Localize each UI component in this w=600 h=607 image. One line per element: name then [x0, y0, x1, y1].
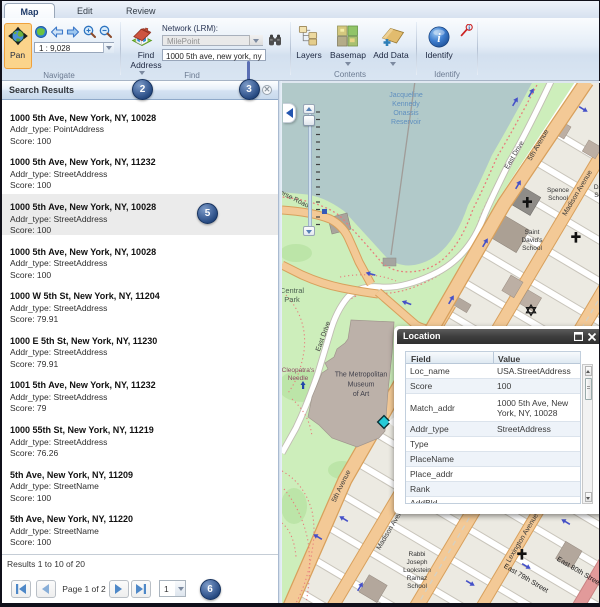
svg-text:i: i: [437, 31, 441, 45]
svg-text:Reservoir: Reservoir: [391, 119, 422, 126]
svg-text:Saint: Saint: [525, 229, 540, 236]
svg-text:Central: Central: [282, 286, 304, 295]
svg-text:Spence: Spence: [547, 187, 569, 194]
svg-text:School: School: [548, 195, 568, 202]
svg-text:of Art: of Art: [353, 391, 369, 398]
svg-text:Park: Park: [284, 295, 300, 304]
svg-text:Joseph: Joseph: [407, 559, 428, 566]
svg-text:School: School: [407, 583, 427, 590]
svg-text:Ramaz: Ramaz: [407, 575, 428, 582]
svg-text:Lookstein: Lookstein: [403, 567, 431, 574]
svg-text:Cleopatra's: Cleopatra's: [282, 367, 315, 374]
svg-text:Jacqueline: Jacqueline: [389, 92, 423, 99]
svg-text:David's: David's: [521, 237, 543, 244]
svg-text:Needle: Needle: [288, 375, 309, 382]
svg-text:Rabbi: Rabbi: [409, 551, 426, 558]
svg-text:School: School: [522, 245, 542, 252]
svg-text:The Metropolitan: The Metropolitan: [335, 372, 388, 379]
svg-text:Museum: Museum: [348, 382, 375, 389]
svg-text:Kennedy: Kennedy: [392, 101, 420, 108]
svg-text:Onassis: Onassis: [393, 110, 419, 117]
